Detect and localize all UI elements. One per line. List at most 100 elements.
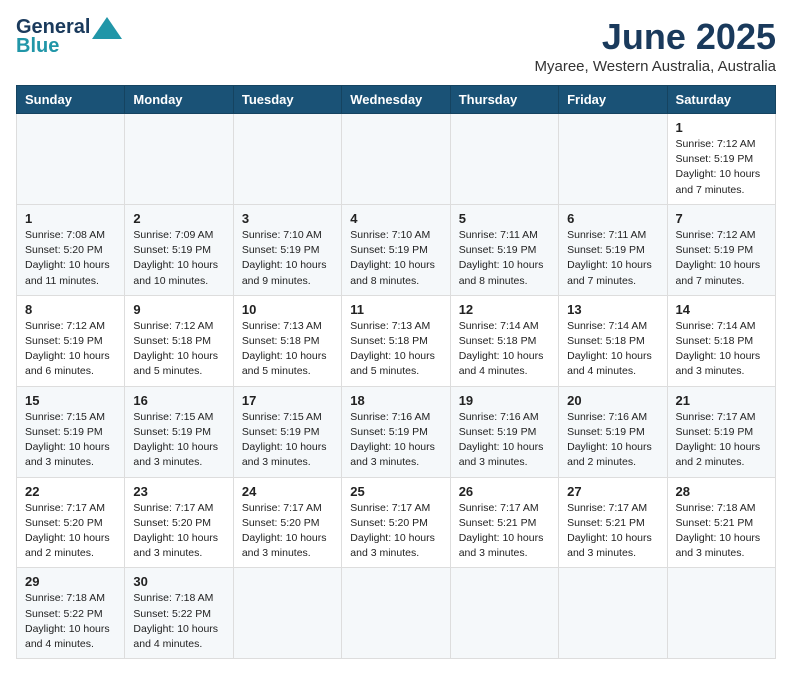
calendar-cell: 8 Sunrise: 7:12 AMSunset: 5:19 PMDaylight…	[17, 295, 125, 386]
calendar-cell: 25 Sunrise: 7:17 AMSunset: 5:20 PMDayligh…	[342, 477, 450, 568]
calendar-cell: 5 Sunrise: 7:11 AMSunset: 5:19 PMDaylight…	[450, 204, 558, 295]
day-info: Sunrise: 7:15 AMSunset: 5:19 PMDaylight:…	[25, 410, 116, 471]
page-header: General Blue June 2025 Myaree, Western A…	[16, 16, 776, 75]
day-number: 30	[133, 574, 224, 589]
calendar-cell: 24Sunrise: 7:17 AMSunset: 5:20 PMDayligh…	[233, 477, 341, 568]
calendar-cell: 7 Sunrise: 7:12 AMSunset: 5:19 PMDaylight…	[667, 204, 775, 295]
calendar-cell	[450, 114, 558, 205]
day-number: 7	[676, 211, 767, 226]
day-info: Sunrise: 7:17 AMSunset: 5:20 PMDaylight:…	[133, 501, 224, 562]
calendar-cell: 13 Sunrise: 7:14 AMSunset: 5:18 PMDayligh…	[559, 295, 667, 386]
day-number: 25	[350, 484, 441, 499]
day-number: 12	[459, 302, 550, 317]
day-info: Sunrise: 7:12 AMSunset: 5:18 PMDaylight:…	[133, 319, 224, 380]
calendar-header-row: SundayMondayTuesdayWednesdayThursdayFrid…	[17, 86, 776, 114]
title-area: June 2025 Myaree, Western Australia, Aus…	[535, 16, 777, 75]
calendar-week-row: 8 Sunrise: 7:12 AMSunset: 5:19 PMDaylight…	[17, 295, 776, 386]
day-number: 17	[242, 393, 333, 408]
day-info: Sunrise: 7:17 AMSunset: 5:19 PMDaylight:…	[676, 410, 767, 471]
calendar-cell: 21 Sunrise: 7:17 AMSunset: 5:19 PMDayligh…	[667, 386, 775, 477]
day-number: 5	[459, 211, 550, 226]
day-number: 22	[25, 484, 116, 499]
day-number: 8	[25, 302, 116, 317]
calendar-cell: 17 Sunrise: 7:15 AMSunset: 5:19 PMDayligh…	[233, 386, 341, 477]
location-subtitle: Myaree, Western Australia, Australia	[535, 58, 777, 75]
day-info: Sunrise: 7:17 AMSunset: 5:21 PMDaylight:…	[567, 501, 658, 562]
day-info: Sunrise: 7:11 AMSunset: 5:19 PMDaylight:…	[567, 228, 658, 289]
day-info: Sunrise: 7:14 AMSunset: 5:18 PMDaylight:…	[567, 319, 658, 380]
day-number: 10	[242, 302, 333, 317]
column-header-saturday: Saturday	[667, 86, 775, 114]
logo: General Blue	[16, 16, 122, 58]
calendar-cell	[342, 114, 450, 205]
day-info: Sunrise: 7:17 AMSunset: 5:21 PMDaylight:…	[459, 501, 550, 562]
day-info: Sunrise: 7:16 AMSunset: 5:19 PMDaylight:…	[459, 410, 550, 471]
day-info: Sunrise: 7:15 AMSunset: 5:19 PMDaylight:…	[242, 410, 333, 471]
month-title: June 2025	[535, 16, 777, 58]
day-number: 29	[25, 574, 116, 589]
calendar-cell: 19 Sunrise: 7:16 AMSunset: 5:19 PMDayligh…	[450, 386, 558, 477]
calendar-cell	[17, 114, 125, 205]
day-number: 23	[133, 484, 224, 499]
calendar-cell: 12 Sunrise: 7:14 AMSunset: 5:18 PMDayligh…	[450, 295, 558, 386]
day-info: Sunrise: 7:15 AMSunset: 5:19 PMDaylight:…	[133, 410, 224, 471]
day-number: 19	[459, 393, 550, 408]
day-number: 1	[25, 211, 116, 226]
day-info: Sunrise: 7:11 AMSunset: 5:19 PMDaylight:…	[459, 228, 550, 289]
calendar-cell: 3 Sunrise: 7:10 AMSunset: 5:19 PMDaylight…	[233, 204, 341, 295]
calendar-cell: 27 Sunrise: 7:17 AMSunset: 5:21 PMDayligh…	[559, 477, 667, 568]
logo-icon	[92, 17, 122, 39]
calendar-cell: 4 Sunrise: 7:10 AMSunset: 5:19 PMDaylight…	[342, 204, 450, 295]
day-number: 16	[133, 393, 224, 408]
day-number: 28	[676, 484, 767, 499]
calendar-week-row: 1Sunrise: 7:12 AMSunset: 5:19 PMDaylight…	[17, 114, 776, 205]
day-number: 9	[133, 302, 224, 317]
day-info: Sunrise: 7:17 AMSunset: 5:20 PMDaylight:…	[350, 501, 441, 562]
day-number: 21	[676, 393, 767, 408]
column-header-sunday: Sunday	[17, 86, 125, 114]
day-number: 3	[242, 211, 333, 226]
calendar-cell	[233, 568, 341, 659]
day-number: 6	[567, 211, 658, 226]
day-number: 14	[676, 302, 767, 317]
day-number: 24	[242, 484, 333, 499]
calendar-cell	[450, 568, 558, 659]
day-info: Sunrise: 7:17 AMSunset: 5:20 PMDaylight:…	[25, 501, 116, 562]
day-number: 15	[25, 393, 116, 408]
day-info: Sunrise: 7:10 AMSunset: 5:19 PMDaylight:…	[350, 228, 441, 289]
day-number: 18	[350, 393, 441, 408]
day-info: Sunrise: 7:12 AMSunset: 5:19 PMDaylight:…	[676, 137, 767, 198]
day-info: Sunrise: 7:16 AMSunset: 5:19 PMDaylight:…	[567, 410, 658, 471]
calendar-cell: 23 Sunrise: 7:17 AMSunset: 5:20 PMDayligh…	[125, 477, 233, 568]
day-number: 4	[350, 211, 441, 226]
calendar-cell: 28Sunrise: 7:18 AMSunset: 5:21 PMDayligh…	[667, 477, 775, 568]
day-info: Sunrise: 7:08 AMSunset: 5:20 PMDaylight:…	[25, 228, 116, 289]
calendar-cell: 22 Sunrise: 7:17 AMSunset: 5:20 PMDayligh…	[17, 477, 125, 568]
day-info: Sunrise: 7:12 AMSunset: 5:19 PMDaylight:…	[676, 228, 767, 289]
column-header-monday: Monday	[125, 86, 233, 114]
logo-blue: Blue	[16, 35, 59, 58]
calendar-cell: 1 Sunrise: 7:08 AMSunset: 5:20 PMDaylight…	[17, 204, 125, 295]
calendar-cell: 10 Sunrise: 7:13 AMSunset: 5:18 PMDayligh…	[233, 295, 341, 386]
column-header-wednesday: Wednesday	[342, 86, 450, 114]
calendar-cell	[125, 114, 233, 205]
calendar-cell: 18 Sunrise: 7:16 AMSunset: 5:19 PMDayligh…	[342, 386, 450, 477]
day-info: Sunrise: 7:14 AMSunset: 5:18 PMDaylight:…	[676, 319, 767, 380]
day-number: 20	[567, 393, 658, 408]
day-info: Sunrise: 7:18 AMSunset: 5:22 PMDaylight:…	[25, 591, 116, 652]
calendar-cell	[342, 568, 450, 659]
day-info: Sunrise: 7:12 AMSunset: 5:19 PMDaylight:…	[25, 319, 116, 380]
day-info: Sunrise: 7:14 AMSunset: 5:18 PMDaylight:…	[459, 319, 550, 380]
day-number: 27	[567, 484, 658, 499]
calendar-cell: 29 Sunrise: 7:18 AMSunset: 5:22 PMDayligh…	[17, 568, 125, 659]
day-info: Sunrise: 7:13 AMSunset: 5:18 PMDaylight:…	[242, 319, 333, 380]
calendar-cell: 26Sunrise: 7:17 AMSunset: 5:21 PMDayligh…	[450, 477, 558, 568]
calendar-week-row: 29 Sunrise: 7:18 AMSunset: 5:22 PMDayligh…	[17, 568, 776, 659]
calendar-cell: 15 Sunrise: 7:15 AMSunset: 5:19 PMDayligh…	[17, 386, 125, 477]
day-info: Sunrise: 7:10 AMSunset: 5:19 PMDaylight:…	[242, 228, 333, 289]
day-number: 11	[350, 302, 441, 317]
day-number: 13	[567, 302, 658, 317]
day-info: Sunrise: 7:16 AMSunset: 5:19 PMDaylight:…	[350, 410, 441, 471]
calendar-cell	[559, 568, 667, 659]
calendar-cell	[667, 568, 775, 659]
